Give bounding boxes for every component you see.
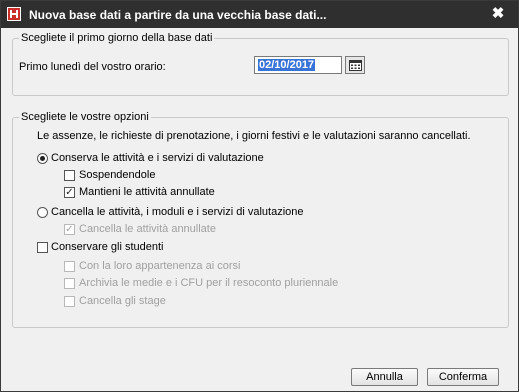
- appartenenza-checkbox[interactable]: [64, 261, 75, 272]
- sospendendole-label[interactable]: Sospendendole: [79, 169, 155, 181]
- calendar-icon: [349, 60, 362, 71]
- window-title: Nuova base dati a partire da una vecchia…: [29, 8, 327, 22]
- date-value: 02/10/2017: [258, 59, 316, 71]
- conserva-radio[interactable]: [37, 153, 48, 164]
- conserva-label[interactable]: Conserva le attività e i servizi di valu…: [51, 152, 264, 164]
- dialog-window: Nuova base dati a partire da una vecchia…: [0, 0, 519, 392]
- conservare-studenti-label[interactable]: Conservare gli studenti: [51, 241, 164, 253]
- warning-text: Le assenze, le richieste di prenotazione…: [37, 130, 471, 142]
- cancel-button[interactable]: Annulla: [351, 368, 418, 386]
- appartenenza-label: Con la loro appartenenza ai corsi: [79, 260, 241, 272]
- archivia-label: Archivia le medie e i CFU per il resocon…: [79, 277, 339, 289]
- mantieni-checkbox[interactable]: ✓: [64, 187, 75, 198]
- calendar-button[interactable]: [345, 56, 365, 74]
- close-button[interactable]: ✖: [490, 6, 506, 22]
- title-bar[interactable]: Nuova base dati a partire da una vecchia…: [1, 1, 518, 28]
- app-logo-icon: [7, 7, 21, 21]
- conservare-studenti-checkbox[interactable]: [37, 242, 48, 253]
- stage-label: Cancella gli stage: [79, 295, 166, 307]
- cancella-annullate-checkbox[interactable]: ✓: [64, 224, 75, 235]
- archivia-checkbox[interactable]: [64, 278, 75, 289]
- cancella-radio[interactable]: [37, 207, 48, 218]
- stage-checkbox[interactable]: [64, 296, 75, 307]
- sospendendole-checkbox[interactable]: [64, 170, 75, 181]
- cancella-label[interactable]: Cancella le attività, i moduli e i servi…: [51, 206, 304, 218]
- mantieni-label[interactable]: Mantieni le attività annullate: [79, 186, 215, 198]
- options-group-legend: Scegliete le vostre opzioni: [19, 111, 151, 123]
- first-day-group-legend: Scegliete il primo giorno della base dat…: [19, 32, 215, 44]
- first-monday-label: Primo lunedì del vostro orario:: [19, 61, 166, 73]
- confirm-button[interactable]: Conferma: [427, 368, 499, 386]
- cancella-annullate-label: Cancella le attività annullate: [79, 223, 216, 235]
- date-input[interactable]: 02/10/2017: [254, 56, 342, 74]
